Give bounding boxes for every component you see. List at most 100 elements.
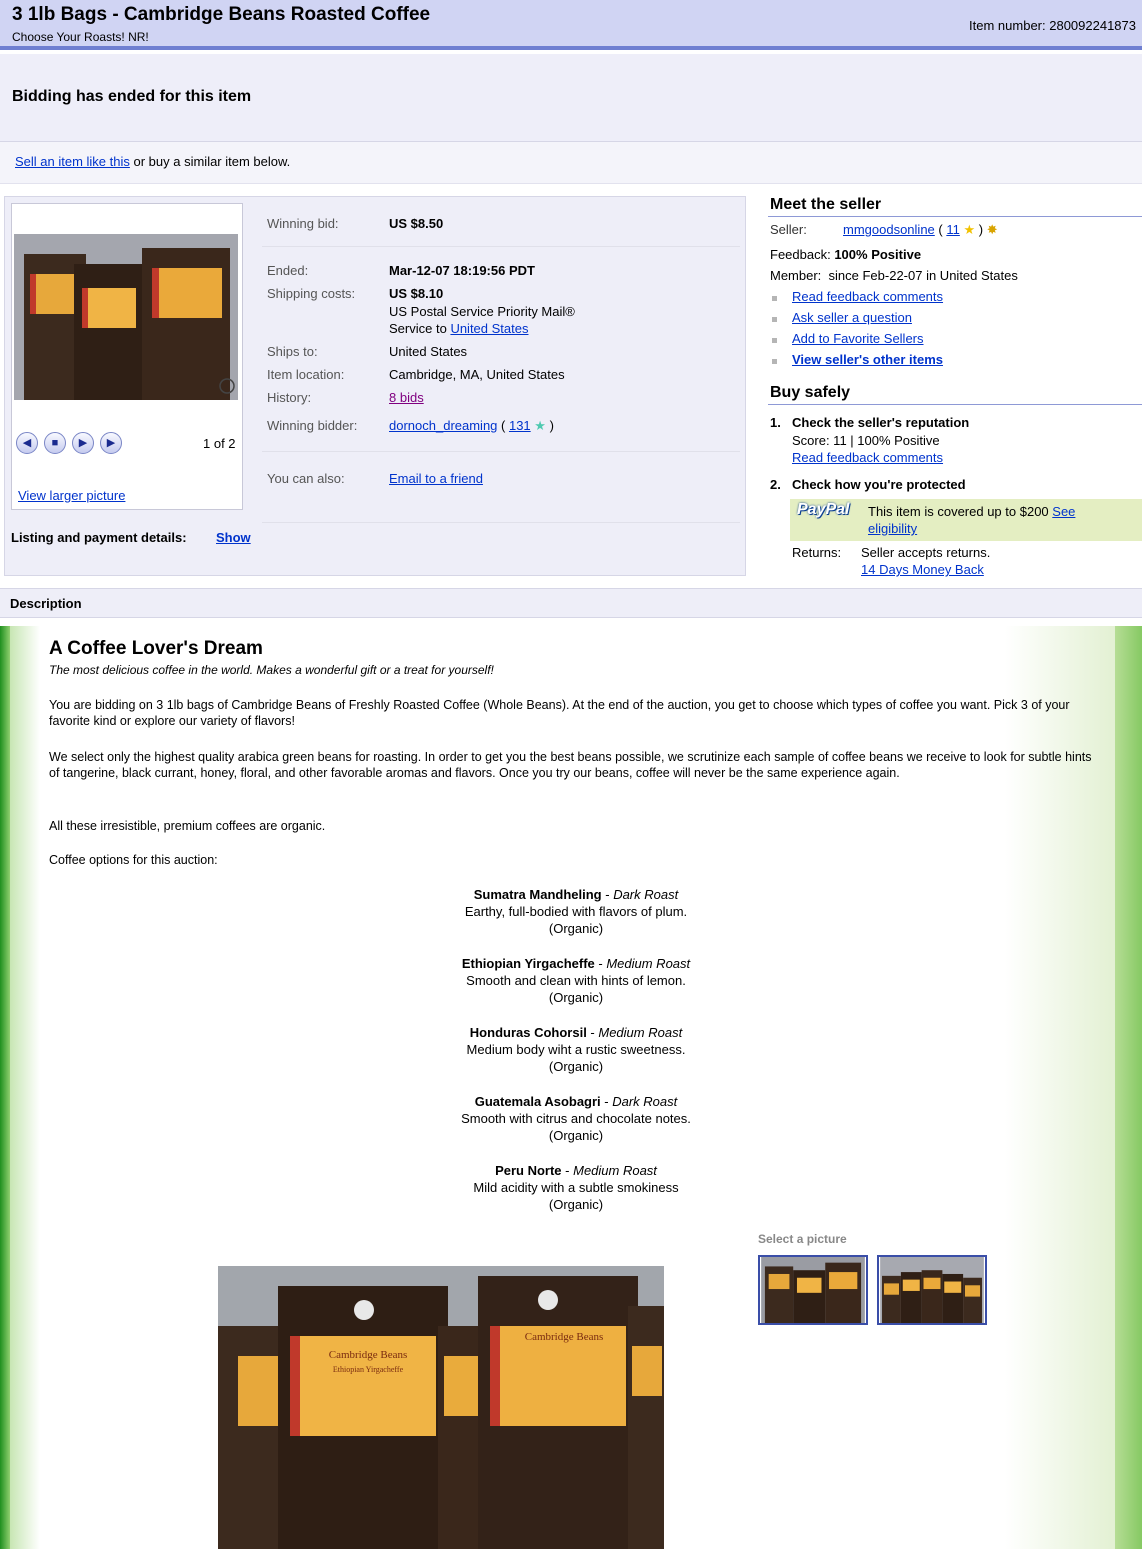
- heading-rule: [768, 216, 1142, 217]
- skip-back-icon: ◀: [22, 437, 32, 449]
- coffee-name: Sumatra Mandheling: [473, 887, 602, 902]
- sell-similar-text: or buy a similar item below.: [129, 154, 291, 169]
- winning-bidder-line: dornoch_dreaming ( 131 ★ ): [389, 418, 554, 433]
- coffee-roast: Medium Roast: [573, 1163, 657, 1178]
- feedback-line: Feedback: 100% Positive: [770, 247, 921, 262]
- sell-similar-line: Sell an item like this or buy a similar …: [15, 154, 290, 169]
- listing-show-link[interactable]: Show: [216, 530, 251, 545]
- coffee-bag-3: [142, 248, 230, 400]
- coffee-name: Honduras Cohorsil: [469, 1025, 587, 1040]
- buy-safely-heading: Buy safely: [770, 384, 851, 401]
- winning-bidder-score-link[interactable]: 131: [509, 418, 531, 433]
- green-border-left: [0, 626, 10, 1549]
- see-eligibility-link[interactable]: See: [1052, 504, 1075, 519]
- step-2-title: Check how you're protected: [792, 477, 966, 492]
- returns-label: Returns:: [792, 545, 842, 560]
- coffee-desc: Medium body wiht a rustic sweetness.: [466, 1042, 686, 1057]
- description-paragraph: Coffee options for this auction:: [49, 853, 218, 867]
- returns-value: Seller accepts returns.: [861, 545, 991, 560]
- service-to-link[interactable]: United States: [450, 321, 528, 336]
- power-seller-icon: ✸: [986, 222, 998, 237]
- picture-thumbnail[interactable]: [758, 1255, 868, 1325]
- coffee-name: Guatemala Asobagri: [474, 1094, 601, 1109]
- coffee-roast: Medium Roast: [598, 1025, 683, 1040]
- play-slideshow-button[interactable]: ▶: [72, 432, 94, 454]
- winning-bid-label: Winning bid:: [267, 216, 339, 231]
- step-1-number: 1.: [770, 415, 781, 430]
- product-photo: Cambridge Beans Ethiopian Yirgacheffe Ca…: [218, 1266, 664, 1549]
- item-subtitle: Choose Your Roasts! NR!: [12, 30, 149, 44]
- winning-bidder-link[interactable]: dornoch_dreaming: [389, 418, 497, 433]
- history-label: History:: [267, 390, 312, 405]
- coffee-organic: (Organic): [548, 990, 604, 1005]
- coffee-desc: Mild acidity with a subtle smokiness: [473, 1180, 679, 1195]
- ask-seller-question-link[interactable]: Ask seller a question: [792, 310, 912, 325]
- email-friend-link[interactable]: Email to a friend: [389, 471, 483, 486]
- paypal-logo: PayPal: [797, 501, 850, 518]
- ended-value: Mar-12-07 18:19:56 PDT: [389, 263, 535, 278]
- reputation-score: Score: 11 | 100% Positive: [792, 433, 940, 448]
- stop-slideshow-button[interactable]: ■: [44, 432, 66, 454]
- coffee-organic: (Organic): [548, 921, 604, 936]
- coffee-option: Ethiopian Yirgacheffe - Medium Roast Smo…: [380, 955, 772, 1006]
- bidding-ended-message: Bidding has ended for this item: [12, 88, 252, 105]
- coffee-desc: Smooth and clean with hints of lemon.: [466, 973, 686, 988]
- item-location-label: Item location:: [267, 367, 345, 382]
- description-paragraph: All these irresistible, premium coffees …: [49, 819, 326, 833]
- shipping-costs-label: Shipping costs:: [267, 286, 356, 301]
- eligibility-link[interactable]: eligibility: [868, 521, 917, 536]
- coffee-bag-right: Cambridge Beans: [478, 1276, 638, 1549]
- description-tagline: The most delicious coffee in the world. …: [49, 663, 494, 677]
- star-icon: ★: [534, 418, 546, 433]
- view-seller-items-link[interactable]: View seller's other items: [792, 352, 943, 367]
- seller-line: mmgoodsonline ( 11 ★ ) ✸: [843, 222, 998, 237]
- bullet: [772, 359, 777, 364]
- star-icon: ★: [963, 222, 976, 237]
- read-feedback-link[interactable]: Read feedback comments: [792, 289, 943, 304]
- listing-details-label: Listing and payment details:: [11, 530, 187, 545]
- coffee-option: Honduras Cohorsil - Medium Roast Medium …: [380, 1024, 772, 1075]
- green-gradient-left: [10, 626, 40, 1549]
- shipping-costs-value: US $8.10: [389, 286, 444, 301]
- divider: [262, 451, 740, 452]
- item-photo[interactable]: [14, 234, 238, 400]
- coffee-bag-far-right: [628, 1306, 664, 1549]
- bag-variety-label: Ethiopian Yirgacheffe: [333, 1365, 404, 1374]
- member-line: Member: since Feb-22-07 in United States: [770, 268, 1018, 283]
- view-larger-picture-link[interactable]: View larger picture: [18, 488, 125, 503]
- member-value: since Feb-22-07 in United States: [828, 268, 1018, 283]
- next-picture-button[interactable]: ▶: [100, 432, 122, 454]
- read-feedback-comments-link[interactable]: Read feedback comments: [792, 450, 943, 465]
- description-paragraph: We select only the highest quality arabi…: [49, 750, 1092, 780]
- coffee-bag-2: [74, 264, 144, 400]
- member-label: Member:: [770, 268, 822, 283]
- heading-rule: [768, 404, 1142, 405]
- picture-thumbnail[interactable]: [877, 1255, 987, 1325]
- money-back-link[interactable]: 14 Days Money Back: [861, 562, 984, 577]
- winning-bid-value: US $8.50: [389, 216, 444, 231]
- add-favorite-sellers-link[interactable]: Add to Favorite Sellers: [792, 331, 924, 346]
- select-picture-label: Select a picture: [758, 1232, 847, 1246]
- coffee-organic: (Organic): [548, 1059, 604, 1074]
- divider: [262, 522, 740, 523]
- coffee-bag-center: Cambridge Beans Ethiopian Yirgacheffe: [278, 1286, 448, 1549]
- play-icon: ▶: [78, 437, 88, 449]
- coffee-name: Peru Norte: [495, 1163, 562, 1178]
- skip-forward-icon: ▶: [106, 437, 116, 449]
- ships-to-label: Ships to:: [267, 344, 318, 359]
- item-number: Item number: 280092241873: [969, 18, 1136, 33]
- ships-to-value: United States: [389, 344, 468, 359]
- description-paragraph: You are bidding on 3 1lb bags of Cambrid…: [49, 698, 1070, 728]
- bid-history-link[interactable]: 8 bids: [389, 390, 424, 405]
- divider: [262, 246, 740, 247]
- first-picture-button[interactable]: ◀: [16, 432, 38, 454]
- picture-count: 1 of 2: [203, 436, 236, 451]
- item-location-value: Cambridge, MA, United States: [389, 367, 565, 382]
- coffee-option: Peru Norte - Medium Roast Mild acidity w…: [380, 1162, 772, 1213]
- seller-score-link[interactable]: 11: [946, 222, 960, 237]
- sell-item-link[interactable]: Sell an item like this: [15, 154, 130, 169]
- coffee-roast: Medium Roast: [606, 956, 691, 971]
- seller-name-link[interactable]: mmgoodsonline: [843, 222, 935, 237]
- shipping-service: US Postal Service Priority Mail®: [389, 304, 575, 319]
- ended-label: Ended:: [267, 263, 309, 278]
